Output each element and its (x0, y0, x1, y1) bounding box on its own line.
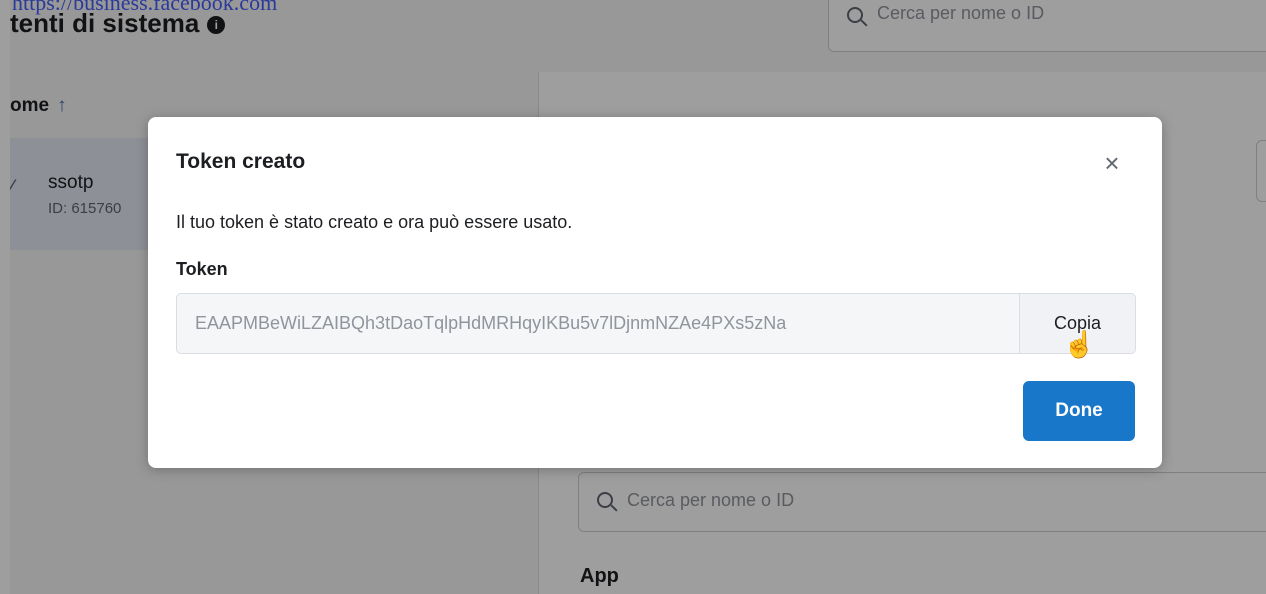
token-field: Copia (176, 293, 1136, 354)
close-icon[interactable]: × (1098, 149, 1126, 177)
token-label: Token (176, 259, 228, 279)
hand-pointer-icon: ☝ (1063, 329, 1096, 359)
browser-url[interactable]: https://business.facebook.com (12, 0, 277, 15)
token-created-dialog: Token creato × Il tuo token è stato crea… (148, 117, 1162, 468)
dialog-title: Token creato (176, 150, 306, 173)
dialog-description: Il tuo token è stato creato e ora può es… (176, 212, 573, 232)
done-button[interactable]: Done (1023, 381, 1135, 441)
token-input[interactable] (177, 294, 1019, 353)
